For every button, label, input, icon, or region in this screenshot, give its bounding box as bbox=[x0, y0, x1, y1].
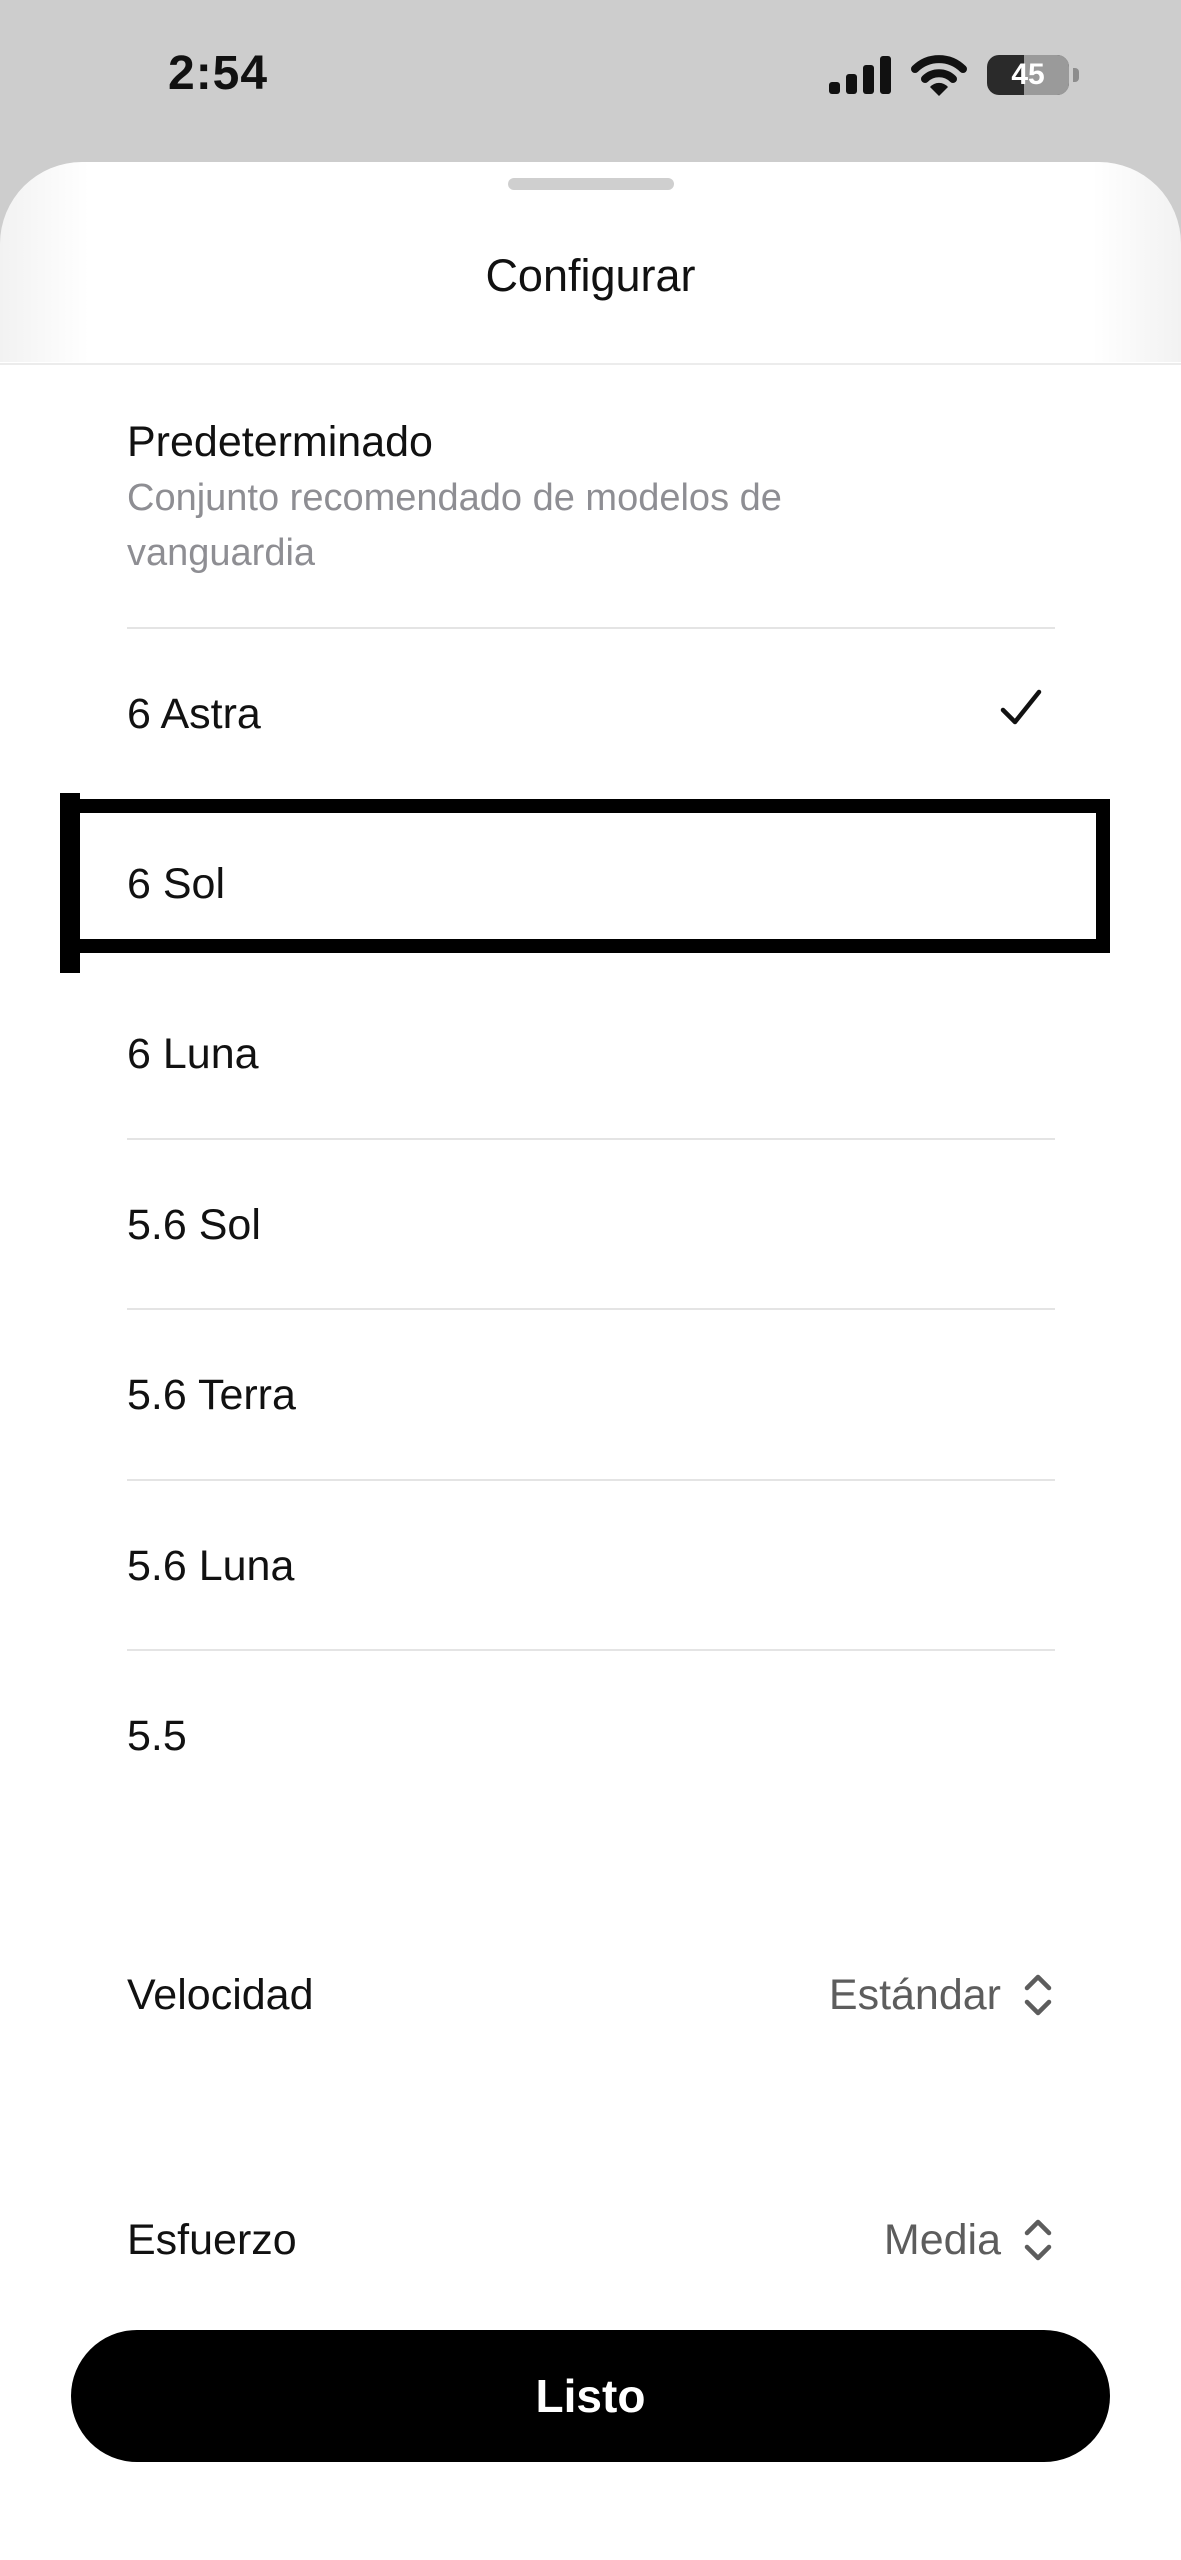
effort-picker[interactable]: Media bbox=[884, 2216, 1055, 2265]
option-label: 5.6 Terra bbox=[127, 1371, 296, 1419]
option-6-sol[interactable]: 6 Sol bbox=[127, 860, 1055, 909]
option-label: 6 Luna bbox=[127, 1030, 259, 1078]
speed-value: Estándar bbox=[828, 1970, 1001, 2019]
option-label: 5.5 bbox=[127, 1712, 187, 1760]
option-6-astra[interactable]: 6 Astra bbox=[127, 689, 1055, 739]
option-description: Conjunto recomendado de modelos de vangu… bbox=[127, 477, 782, 574]
title-divider bbox=[0, 363, 1181, 365]
battery-icon: 45 bbox=[987, 55, 1069, 95]
screen: 2:54 45 Configurar Predeterminado Conjun… bbox=[0, 0, 1181, 2560]
effort-value: Media bbox=[883, 2215, 1001, 2264]
option-label: Predeterminado bbox=[127, 418, 433, 466]
divider bbox=[127, 1308, 1055, 1310]
highlight-frame-notch bbox=[60, 793, 80, 973]
configure-sheet: Configurar Predeterminado Conjunto recom… bbox=[0, 162, 1181, 2560]
option-5-5[interactable]: 5.5 bbox=[127, 1712, 1055, 1761]
option-label: 5.6 Luna bbox=[127, 1542, 295, 1590]
speed-label: Velocidad bbox=[127, 1970, 314, 2019]
option-5-6-terra[interactable]: 5.6 Terra bbox=[127, 1371, 1055, 1420]
effort-setting: Esfuerzo Media bbox=[127, 2210, 1055, 2270]
speed-setting: Velocidad Estándar bbox=[127, 1965, 1055, 2025]
battery-cap bbox=[1073, 68, 1079, 82]
status-icons: 45 bbox=[829, 54, 1079, 96]
cellular-signal-icon bbox=[829, 56, 891, 94]
speed-picker[interactable]: Estándar bbox=[829, 1971, 1055, 2020]
status-time: 2:54 bbox=[168, 47, 269, 100]
chevron-up-down-icon bbox=[1024, 2219, 1052, 2261]
divider bbox=[127, 627, 1055, 629]
battery-level: 45 bbox=[1011, 58, 1045, 91]
option-label: 6 Sol bbox=[127, 860, 226, 908]
option-5-6-sol[interactable]: 5.6 Sol bbox=[127, 1201, 1055, 1250]
divider bbox=[127, 1649, 1055, 1651]
divider bbox=[127, 1138, 1055, 1140]
checkmark-icon bbox=[1000, 689, 1042, 725]
option-label: 6 Astra bbox=[127, 690, 261, 738]
option-label: 5.6 Sol bbox=[127, 1201, 261, 1249]
effort-label: Esfuerzo bbox=[127, 2215, 297, 2264]
wifi-icon bbox=[911, 55, 967, 96]
sheet-grabber[interactable] bbox=[508, 178, 674, 190]
chevron-up-down-icon bbox=[1024, 1974, 1052, 2016]
option-predeterminado[interactable]: Predeterminado Conjunto recomendado de m… bbox=[127, 418, 1055, 581]
option-5-6-luna[interactable]: 5.6 Luna bbox=[127, 1542, 1055, 1591]
done-button[interactable]: Listo bbox=[71, 2330, 1110, 2462]
divider bbox=[127, 1479, 1055, 1481]
sheet-title: Configurar bbox=[485, 250, 696, 301]
option-6-luna[interactable]: 6 Luna bbox=[127, 1030, 1055, 1079]
